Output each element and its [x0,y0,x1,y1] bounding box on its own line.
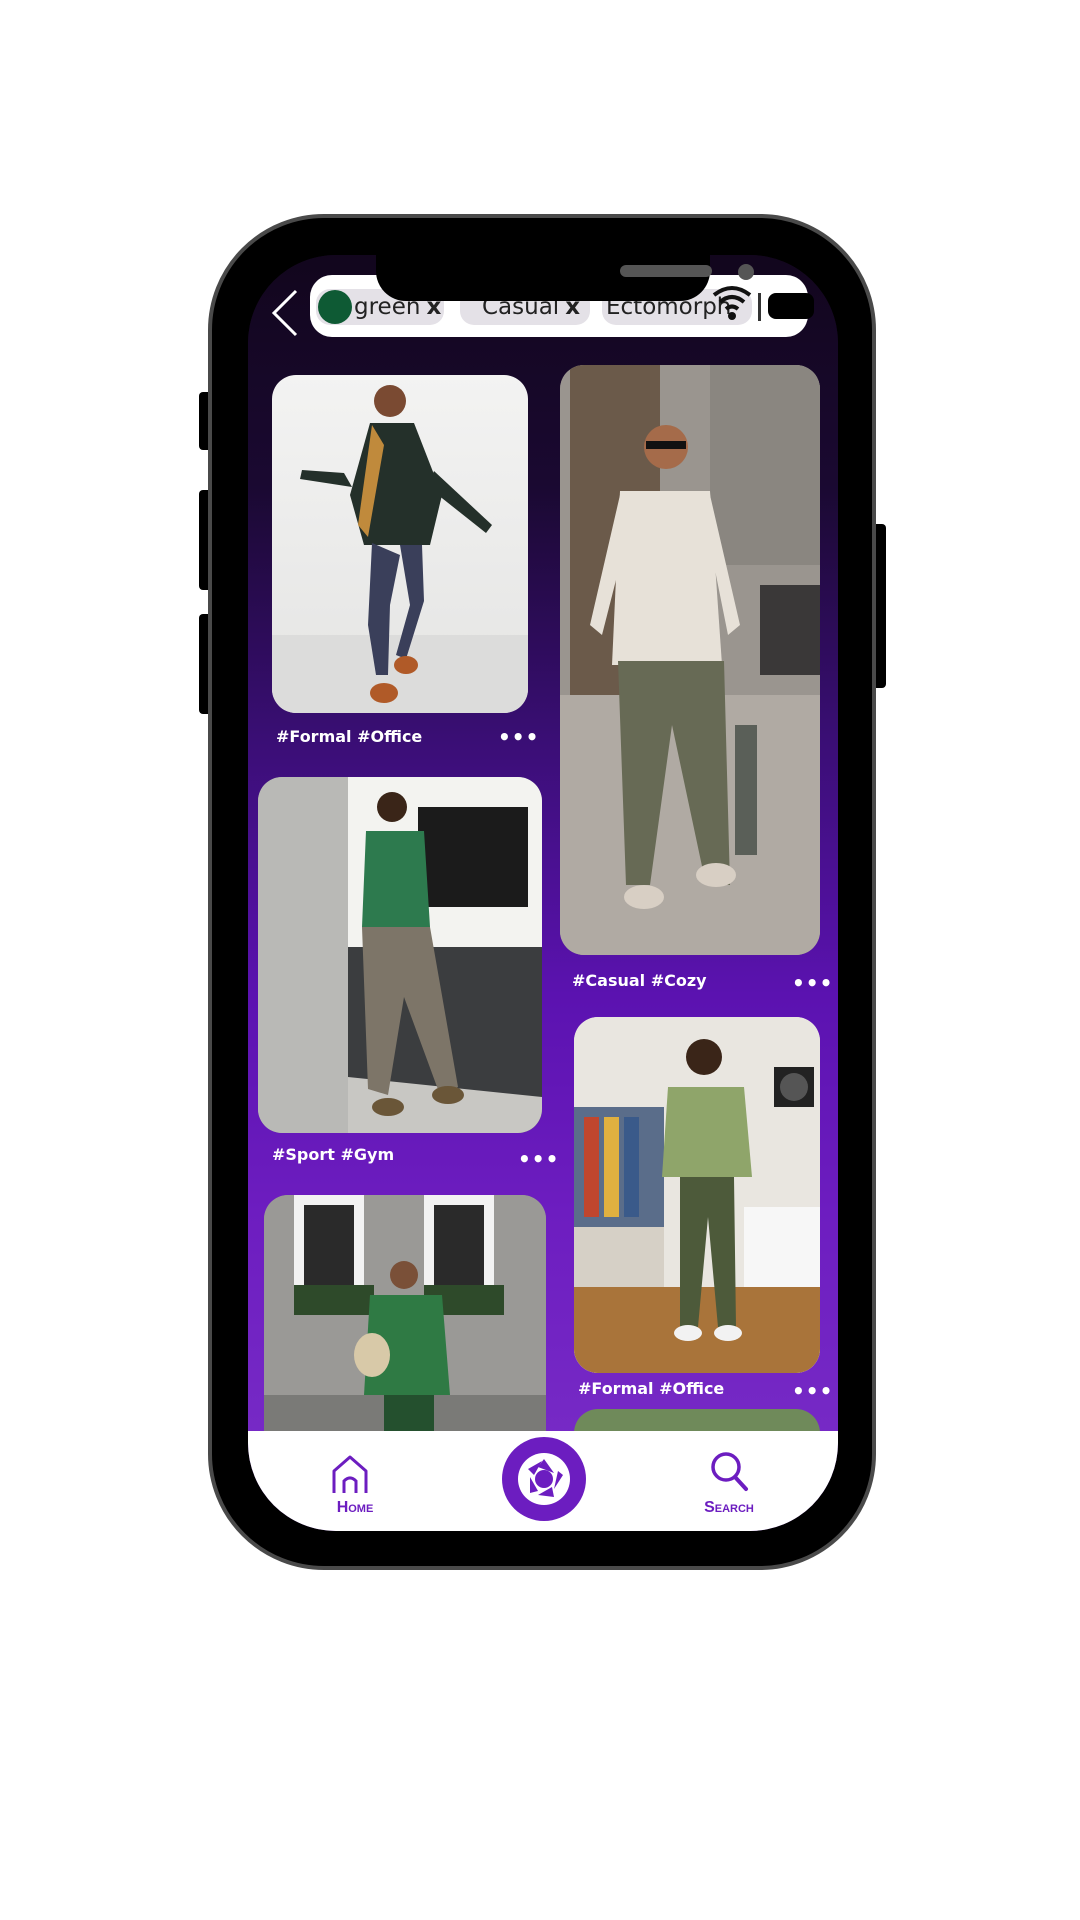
outfit-card-image[interactable] [574,1017,820,1373]
nav-home-button[interactable]: Home [320,1449,380,1519]
status-divider [758,293,761,321]
outfit-card-image[interactable] [258,777,542,1133]
outfit-photo [574,1017,820,1373]
outfit-photo [258,777,542,1133]
outfit-photo [560,365,820,955]
outfit-card-image[interactable] [264,1195,546,1465]
earpiece-speaker [620,265,712,277]
outfit-card-image[interactable] [272,375,528,713]
nav-home-label: Home [336,1499,374,1516]
card-caption: #Formal #Office [578,1379,725,1398]
back-button[interactable] [266,285,306,341]
aperture-icon [518,1453,570,1505]
app-screen: #Formal #Office ••• #Casual #Cozy ••• #S… [248,255,838,1531]
nav-search-button[interactable]: Search [694,1449,764,1519]
camera-capture-button[interactable] [502,1437,586,1521]
more-options-button[interactable]: ••• [498,725,539,749]
card-caption: #Sport #Gym [272,1145,395,1164]
wifi-icon [710,279,754,328]
home-icon [332,1455,368,1493]
front-camera [738,264,754,280]
card-caption: #Formal #Office [276,727,423,746]
search-icon [711,1452,748,1491]
outfit-card-image[interactable] [560,365,820,955]
nav-search-label: Search [704,1499,754,1516]
outfit-photo [264,1195,546,1465]
more-options-button[interactable]: ••• [792,1379,833,1403]
chevron-left-icon [271,289,298,337]
card-caption: #Casual #Cozy [572,971,707,990]
outfit-photo [272,385,528,713]
device-notch [376,255,754,301]
more-options-button[interactable]: ••• [518,1147,559,1171]
more-options-button[interactable]: ••• [792,971,833,995]
color-swatch [318,290,352,324]
battery-icon [768,293,814,319]
